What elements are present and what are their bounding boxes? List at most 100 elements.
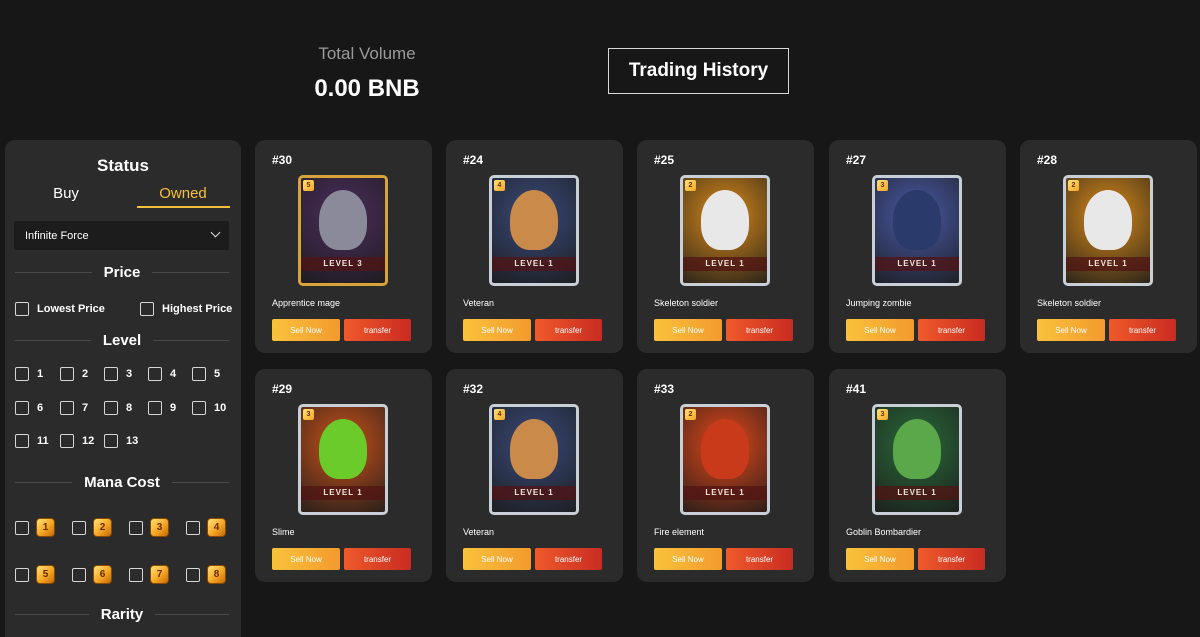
mana-title: Mana Cost bbox=[84, 473, 160, 491]
level-option[interactable]: 11 bbox=[15, 434, 49, 448]
card-level: LEVEL 1 bbox=[1066, 257, 1150, 271]
transfer-button[interactable]: transfer bbox=[535, 548, 602, 570]
level-option[interactable]: 10 bbox=[192, 401, 226, 415]
lowest-price-option[interactable]: Lowest Price bbox=[15, 302, 105, 316]
level-option[interactable]: 5 bbox=[192, 367, 220, 381]
mana-option[interactable]: 7 bbox=[129, 565, 169, 584]
sell-now-button[interactable]: Sell Now bbox=[846, 319, 914, 341]
sell-now-button[interactable]: Sell Now bbox=[654, 319, 722, 341]
level-option[interactable]: 12 bbox=[60, 434, 94, 448]
mana-checkbox[interactable] bbox=[129, 520, 143, 535]
level-label: 13 bbox=[126, 435, 139, 447]
mana-cost-badge: 3 bbox=[877, 180, 888, 191]
nft-card[interactable]: #33 2 LEVEL 1 Fire element Sell Now transfer bbox=[637, 369, 814, 582]
mana-option[interactable]: 1 bbox=[15, 518, 55, 537]
sell-now-button[interactable]: Sell Now bbox=[272, 319, 340, 341]
sell-now-button[interactable]: Sell Now bbox=[463, 319, 531, 341]
level-label: 9 bbox=[170, 402, 177, 414]
card-level: LEVEL 1 bbox=[492, 486, 576, 500]
card-id: #32 bbox=[463, 382, 484, 396]
level-option[interactable]: 3 bbox=[104, 367, 132, 381]
card-name: Veteran bbox=[463, 527, 495, 537]
level-checkbox[interactable] bbox=[15, 401, 29, 415]
tab-buy[interactable]: Buy bbox=[16, 185, 116, 202]
trading-history-button[interactable]: Trading History bbox=[608, 48, 789, 94]
nft-card[interactable]: #25 2 LEVEL 1 Skeleton soldier Sell Now trans… bbox=[637, 140, 814, 353]
sell-now-button[interactable]: Sell Now bbox=[463, 548, 531, 570]
level-checkbox[interactable] bbox=[148, 401, 162, 415]
level-label: 11 bbox=[37, 435, 49, 447]
nft-card[interactable]: #29 3 LEVEL 1 Slime Sell Now transfer bbox=[255, 369, 432, 582]
level-checkbox[interactable] bbox=[60, 434, 74, 448]
mana-checkbox[interactable] bbox=[186, 567, 200, 582]
mana-option[interactable]: 8 bbox=[186, 565, 226, 584]
level-label: 1 bbox=[37, 368, 44, 380]
level-checkbox[interactable] bbox=[60, 401, 74, 415]
level-option[interactable]: 8 bbox=[104, 401, 132, 415]
transfer-button[interactable]: transfer bbox=[1109, 319, 1176, 341]
card-name: Slime bbox=[272, 527, 295, 537]
mana-checkbox[interactable] bbox=[15, 567, 29, 582]
mana-cost-badge: 4 bbox=[494, 180, 505, 191]
nft-card[interactable]: #27 3 LEVEL 1 Jumping zombie Sell Now transfe… bbox=[829, 140, 1006, 353]
transfer-button[interactable]: transfer bbox=[726, 548, 793, 570]
mana-checkbox[interactable] bbox=[72, 520, 86, 535]
character-figure bbox=[319, 419, 367, 479]
veteran-art: 4 LEVEL 1 bbox=[489, 404, 579, 515]
mana-checkbox[interactable] bbox=[186, 520, 200, 535]
level-checkbox[interactable] bbox=[148, 367, 162, 381]
nft-card[interactable]: #41 3 LEVEL 1 Goblin Bombardier Sell Now tran… bbox=[829, 369, 1006, 582]
level-checkbox[interactable] bbox=[15, 367, 29, 381]
level-option[interactable]: 9 bbox=[148, 401, 176, 415]
game-select[interactable]: Infinite Force bbox=[14, 221, 229, 250]
transfer-button[interactable]: transfer bbox=[535, 319, 602, 341]
highest-price-checkbox[interactable] bbox=[140, 302, 154, 316]
highest-price-option[interactable]: Highest Price bbox=[140, 302, 232, 316]
level-option[interactable]: 13 bbox=[104, 434, 138, 448]
lowest-price-checkbox[interactable] bbox=[15, 302, 29, 316]
nft-card[interactable]: #30 5 LEVEL 3 Apprentice mage Sell Now transf… bbox=[255, 140, 432, 353]
transfer-button[interactable]: transfer bbox=[918, 319, 985, 341]
level-checkbox[interactable] bbox=[192, 367, 206, 381]
level-checkbox[interactable] bbox=[104, 434, 118, 448]
level-checkbox[interactable] bbox=[104, 401, 118, 415]
nft-card[interactable]: #32 4 LEVEL 1 Veteran Sell Now transfer bbox=[446, 369, 623, 582]
level-checkbox[interactable] bbox=[192, 401, 206, 415]
level-option[interactable]: 1 bbox=[15, 367, 43, 381]
mana-option[interactable]: 6 bbox=[72, 565, 112, 584]
mana-checkbox[interactable] bbox=[15, 520, 29, 535]
mana-option[interactable]: 3 bbox=[129, 518, 169, 537]
level-option[interactable]: 7 bbox=[60, 401, 88, 415]
mana-checkbox[interactable] bbox=[72, 567, 86, 582]
character-figure bbox=[893, 419, 941, 479]
card-id: #28 bbox=[1037, 153, 1058, 167]
sell-now-button[interactable]: Sell Now bbox=[272, 548, 340, 570]
level-option[interactable]: 2 bbox=[60, 367, 88, 381]
character-figure bbox=[701, 419, 749, 479]
sell-now-button[interactable]: Sell Now bbox=[654, 548, 722, 570]
skeleton-art: 2 LEVEL 1 bbox=[1063, 175, 1153, 286]
tab-owned[interactable]: Owned bbox=[136, 185, 230, 202]
nft-card[interactable]: #24 4 LEVEL 1 Veteran Sell Now transfer bbox=[446, 140, 623, 353]
mana-cost-badge: 4 bbox=[494, 409, 505, 420]
transfer-button[interactable]: transfer bbox=[344, 548, 411, 570]
card-id: #29 bbox=[272, 382, 293, 396]
transfer-button[interactable]: transfer bbox=[726, 319, 793, 341]
rarity-section-header: Rarity bbox=[15, 604, 229, 624]
transfer-button[interactable]: transfer bbox=[344, 319, 411, 341]
mana-gem-icon: 2 bbox=[93, 518, 112, 537]
level-option[interactable]: 6 bbox=[15, 401, 43, 415]
mana-option[interactable]: 5 bbox=[15, 565, 55, 584]
sell-now-button[interactable]: Sell Now bbox=[846, 548, 914, 570]
mana-checkbox[interactable] bbox=[129, 567, 143, 582]
veteran-art: 4 LEVEL 1 bbox=[489, 175, 579, 286]
level-checkbox[interactable] bbox=[104, 367, 118, 381]
sell-now-button[interactable]: Sell Now bbox=[1037, 319, 1105, 341]
mana-option[interactable]: 2 bbox=[72, 518, 112, 537]
transfer-button[interactable]: transfer bbox=[918, 548, 985, 570]
level-checkbox[interactable] bbox=[15, 434, 29, 448]
mana-option[interactable]: 4 bbox=[186, 518, 226, 537]
nft-card[interactable]: #28 2 LEVEL 1 Skeleton soldier Sell Now trans… bbox=[1020, 140, 1197, 353]
level-option[interactable]: 4 bbox=[148, 367, 176, 381]
level-checkbox[interactable] bbox=[60, 367, 74, 381]
